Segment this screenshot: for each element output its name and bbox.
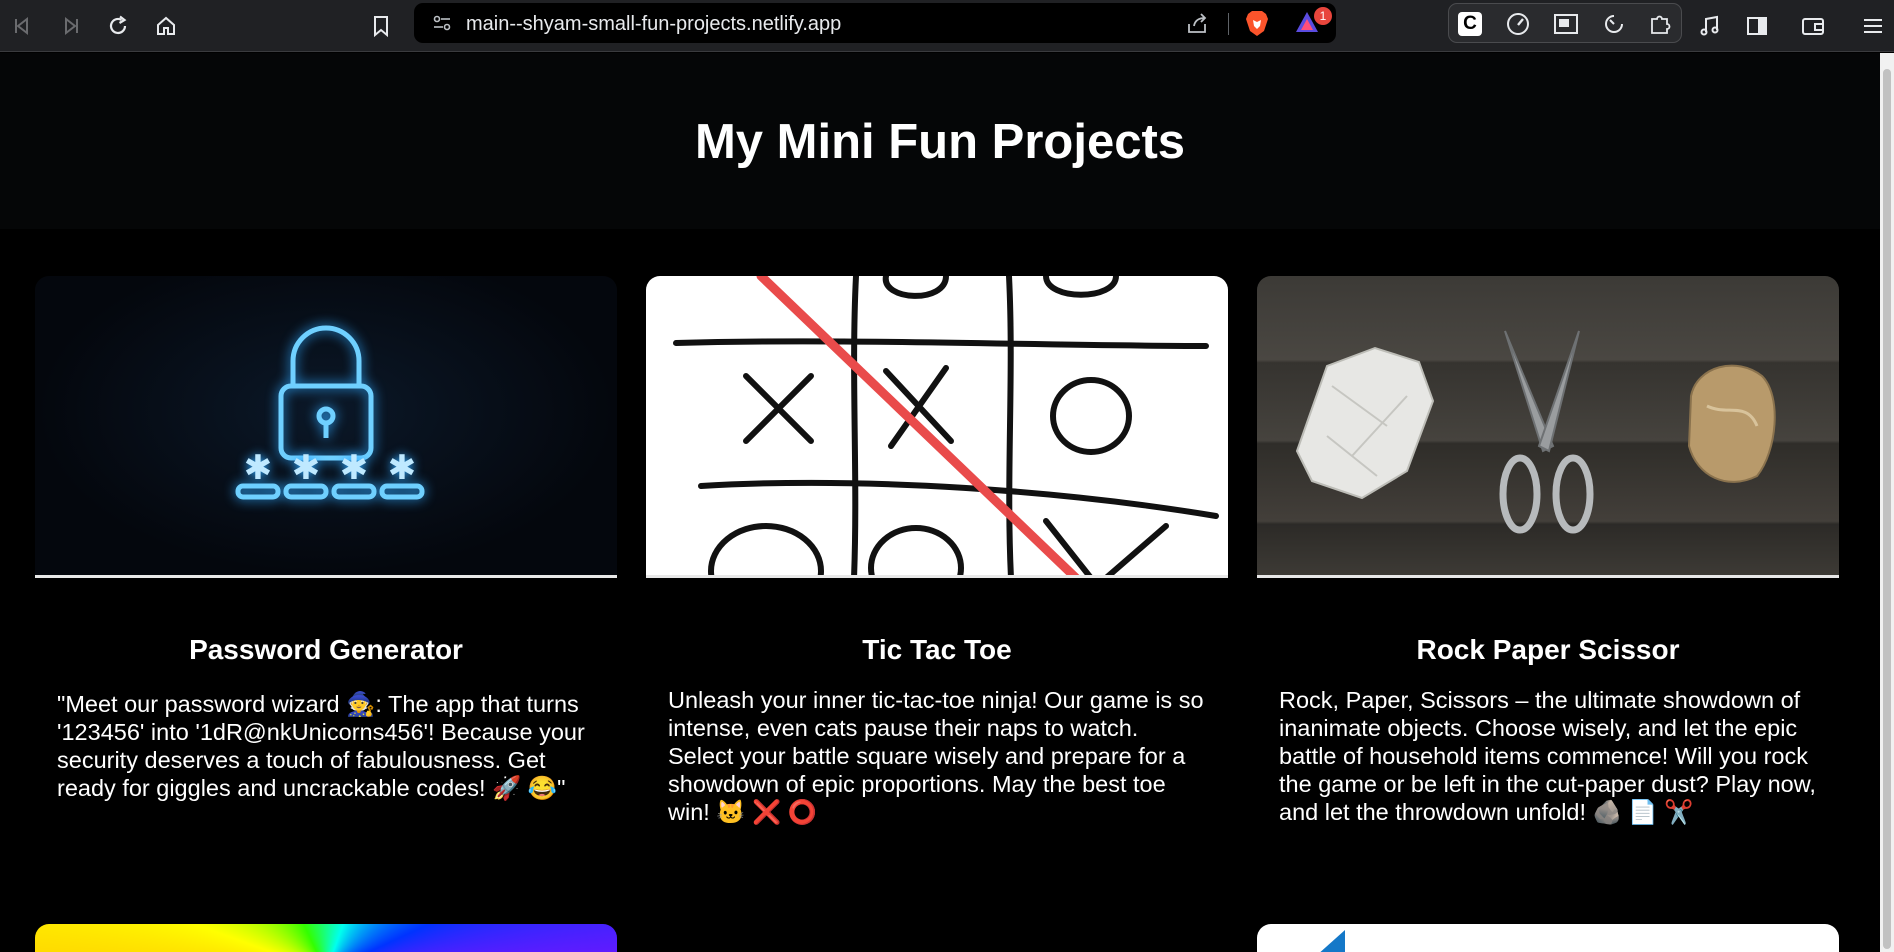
separator: [1228, 13, 1229, 35]
extensions-group: C: [1448, 3, 1682, 43]
scrollbar-thumb[interactable]: [1883, 69, 1891, 949]
media-music-icon[interactable]: [1694, 11, 1724, 41]
tic-tac-toe-board-icon: [673, 276, 1219, 575]
sidebar-toggle-icon[interactable]: [1742, 11, 1772, 41]
url-text[interactable]: main--shyam-small-fun-projects.netlify.a…: [466, 13, 841, 36]
svg-text:✱: ✱: [340, 448, 369, 488]
svg-text:✱: ✱: [292, 448, 321, 488]
rock-paper-scissors-image[interactable]: [1257, 276, 1839, 578]
svg-text:✱: ✱: [244, 448, 273, 488]
notification-badge: 1: [1314, 7, 1332, 25]
speedometer-icon[interactable]: [1505, 11, 1531, 37]
project-card-rainbow-preview[interactable]: [35, 924, 617, 952]
site-info-icon[interactable]: [432, 13, 452, 38]
menu-icon[interactable]: [1858, 11, 1888, 41]
share-icon[interactable]: [1186, 12, 1210, 39]
project-card-next-preview[interactable]: [1257, 924, 1839, 952]
history-icon[interactable]: [1601, 11, 1627, 37]
picture-in-picture-icon[interactable]: [1553, 11, 1579, 37]
browser-toolbar: main--shyam-small-fun-projects.netlify.a…: [0, 0, 1894, 52]
card-title[interactable]: Rock Paper Scissor: [1257, 634, 1839, 666]
forward-icon[interactable]: [55, 11, 85, 41]
page-title: My Mini Fun Projects: [694, 115, 1186, 169]
rock-paper-scissors-illustration: [1295, 330, 1776, 534]
card-title[interactable]: Password Generator: [35, 634, 617, 666]
padlock-icon: ✱ ✱ ✱ ✱: [235, 325, 425, 500]
home-icon[interactable]: [151, 11, 181, 41]
brave-shields-icon[interactable]: [1244, 9, 1270, 42]
back-icon[interactable]: [8, 11, 38, 41]
address-bar[interactable]: main--shyam-small-fun-projects.netlify.a…: [414, 3, 1336, 43]
hero-header: My Mini Fun Projects: [0, 53, 1880, 229]
page-scrollbar[interactable]: [1880, 53, 1894, 952]
wallet-icon[interactable]: [1798, 11, 1828, 41]
card-description: Unleash your inner tic-tac-toe ninja! Ou…: [668, 687, 1204, 825]
tic-tac-toe-image[interactable]: [646, 276, 1228, 578]
puzzle-extensions-icon[interactable]: [1647, 11, 1673, 37]
card-description: Rock, Paper, Scissors – the ultimate sho…: [1279, 687, 1816, 825]
page-viewport: My Mini Fun Projects ✱ ✱ ✱ ✱ Password Ge…: [0, 53, 1880, 952]
card-description: "Meet our password wizard 🧙: The app tha…: [57, 691, 585, 801]
reload-icon[interactable]: [103, 11, 133, 41]
c-extension-icon[interactable]: C: [1457, 11, 1483, 37]
bookmark-icon[interactable]: [366, 11, 396, 41]
password-generator-image[interactable]: ✱ ✱ ✱ ✱: [35, 276, 617, 578]
card-title[interactable]: Tic Tac Toe: [646, 634, 1228, 666]
svg-text:✱: ✱: [388, 448, 417, 488]
